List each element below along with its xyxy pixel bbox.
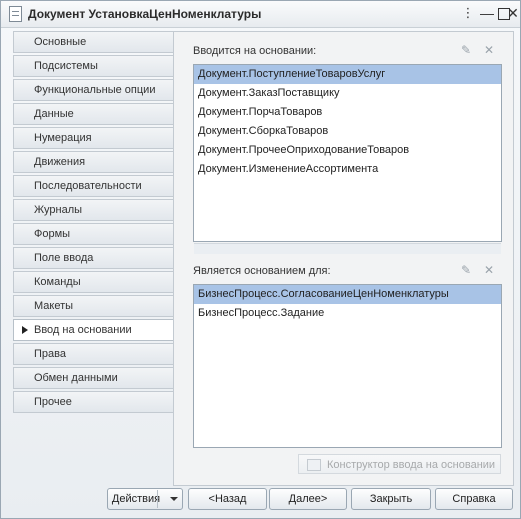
- basis-for-list[interactable]: БизнесПроцесс.СогласованиеЦенНоменклатур…: [193, 284, 502, 448]
- tab-prava[interactable]: Права: [13, 343, 173, 365]
- tabs: Основные Подсистемы Функциональные опции…: [13, 31, 173, 415]
- delete-icon[interactable]: ✕: [482, 263, 496, 277]
- more-icon[interactable]: ⋮: [460, 5, 476, 21]
- tab-pole-vvoda[interactable]: Поле ввода: [13, 247, 173, 269]
- tab-osnovnye[interactable]: Основные: [13, 31, 173, 53]
- close-icon[interactable]: ✕: [505, 5, 521, 21]
- tab-vvod-na-osnovanii[interactable]: Ввод на основании: [13, 319, 173, 341]
- edit-pencil-icon[interactable]: ✎: [459, 263, 473, 277]
- basis-for-label: Является основанием для:: [193, 265, 331, 277]
- help-button[interactable]: Справка: [435, 488, 513, 510]
- window: Документ УстановкаЦенНоменклатуры ⋮ — ✕ …: [0, 0, 521, 519]
- constructor-button[interactable]: Конструктор ввода на основании: [298, 454, 501, 474]
- tab-content-panel: Вводится на основании: ✎ ✕ Документ.Пост…: [173, 31, 514, 486]
- bottom-bar: Действия <Назад Далее> Закрыть Справка: [1, 487, 520, 518]
- list-item[interactable]: Документ.ПоступлениеТоваровУслуг: [194, 65, 501, 84]
- tab-formy[interactable]: Формы: [13, 223, 173, 245]
- actions-button[interactable]: Действия: [107, 488, 183, 510]
- tab-numeraciya[interactable]: Нумерация: [13, 127, 173, 149]
- tab-komandy[interactable]: Команды: [13, 271, 173, 293]
- delete-icon[interactable]: ✕: [482, 43, 496, 57]
- list-item[interactable]: Документ.ПорчаТоваров: [194, 103, 501, 122]
- tab-obmen-dannymi[interactable]: Обмен данными: [13, 367, 173, 389]
- window-title: Документ УстановкаЦенНоменклатуры: [28, 7, 262, 21]
- close-button[interactable]: Закрыть: [351, 488, 431, 510]
- tab-funkcionalnye-opcii[interactable]: Функциональные опции: [13, 79, 173, 101]
- edit-pencil-icon[interactable]: ✎: [459, 43, 473, 57]
- minimize-icon[interactable]: —: [479, 5, 495, 21]
- tab-makety[interactable]: Макеты: [13, 295, 173, 317]
- title-bar: Документ УстановкаЦенНоменклатуры ⋮ — ✕: [1, 1, 520, 28]
- based-on-horizontal-scrollbar[interactable]: [194, 243, 501, 254]
- chevron-down-icon: [170, 497, 179, 502]
- tab-podsistemy[interactable]: Подсистемы: [13, 55, 173, 77]
- based-on-label: Вводится на основании:: [193, 45, 317, 57]
- tab-dvizheniya[interactable]: Движения: [13, 151, 173, 173]
- next-button[interactable]: Далее>: [269, 488, 347, 510]
- tab-zhurnaly[interactable]: Журналы: [13, 199, 173, 221]
- list-item[interactable]: БизнесПроцесс.СогласованиеЦенНоменклатур…: [194, 285, 501, 304]
- list-item[interactable]: Документ.СборкаТоваров: [194, 122, 501, 141]
- tab-posledovatelnosti[interactable]: Последовательности: [13, 175, 173, 197]
- tab-dannye[interactable]: Данные: [13, 103, 173, 125]
- tab-prochee[interactable]: Прочее: [13, 391, 173, 413]
- back-button[interactable]: <Назад: [188, 488, 267, 510]
- list-item[interactable]: Документ.ЗаказПоставщику: [194, 84, 501, 103]
- constructor-icon: [307, 459, 321, 471]
- list-item[interactable]: Документ.ПрочееОприходованиеТоваров: [194, 141, 501, 160]
- divider: [157, 490, 158, 508]
- based-on-list[interactable]: Документ.ПоступлениеТоваровУслуг Докумен…: [193, 64, 502, 242]
- list-item[interactable]: БизнесПроцесс.Задание: [194, 304, 501, 323]
- document-icon: [9, 6, 22, 22]
- current-tab-arrow-icon: [22, 326, 28, 334]
- list-item[interactable]: Документ.ИзменениеАссортимента: [194, 160, 501, 179]
